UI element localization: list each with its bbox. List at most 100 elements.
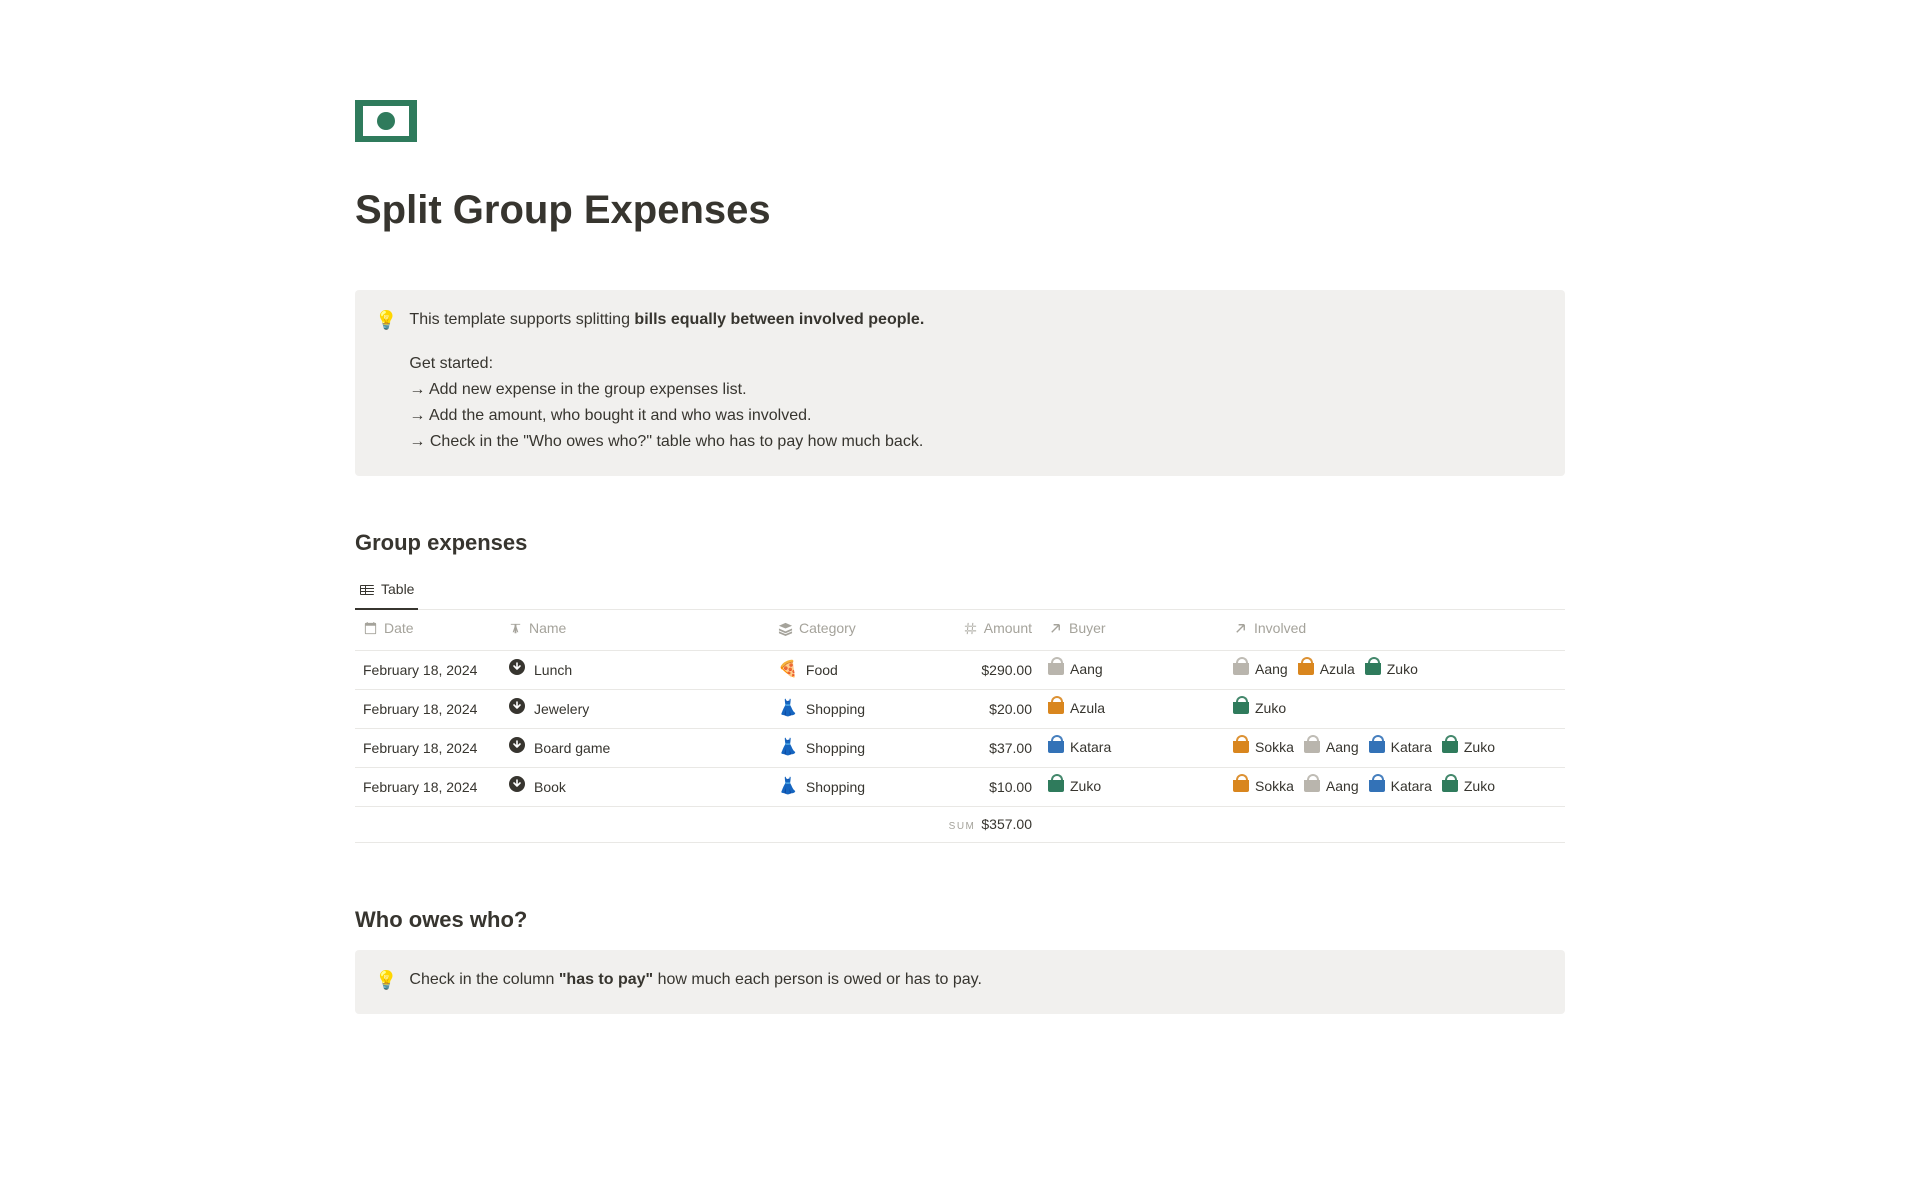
owes-text: Check in the column "has to pay" how muc… xyxy=(409,968,1545,992)
person-chip[interactable]: Azula xyxy=(1298,659,1355,680)
category-emoji-icon: 🍕 xyxy=(778,662,798,678)
person-chip[interactable]: Sokka xyxy=(1233,776,1294,797)
col-buyer[interactable]: Buyer xyxy=(1040,610,1225,651)
col-date[interactable]: Date xyxy=(355,610,500,651)
bag-icon xyxy=(1304,741,1320,753)
table-row[interactable]: February 18, 2024Book👗Shopping$10.00 Zuko… xyxy=(355,768,1565,807)
cell-date: February 18, 2024 xyxy=(355,651,500,690)
cell-name[interactable]: Jewelery xyxy=(500,690,770,729)
cell-name[interactable]: Lunch xyxy=(500,651,770,690)
table-icon xyxy=(359,582,375,598)
table-row[interactable]: February 18, 2024Board game👗Shopping$37.… xyxy=(355,729,1565,768)
bag-icon xyxy=(1048,741,1064,753)
intro-callout: 💡 This template supports splitting bills… xyxy=(355,290,1565,476)
owes-heading: Who owes who? xyxy=(355,903,1565,936)
cell-involved: Aang Azula Zuko xyxy=(1225,651,1565,690)
cell-buyer: Azula xyxy=(1040,690,1225,729)
cell-name[interactable]: Board game xyxy=(500,729,770,768)
number-icon xyxy=(963,621,978,636)
person-chip[interactable]: Azula xyxy=(1048,698,1105,719)
bag-icon xyxy=(1442,780,1458,792)
bag-icon xyxy=(1369,780,1385,792)
person-chip[interactable]: Katara xyxy=(1369,737,1432,758)
cell-amount: $10.00 xyxy=(930,768,1040,807)
calendar-icon xyxy=(363,621,378,636)
cell-date: February 18, 2024 xyxy=(355,768,500,807)
cell-amount: $37.00 xyxy=(930,729,1040,768)
person-chip[interactable]: Sokka xyxy=(1233,737,1294,758)
lightbulb-icon: 💡 xyxy=(375,968,397,994)
sum-cell: SUM$357.00 xyxy=(930,807,1040,843)
page-icon xyxy=(508,658,526,682)
intro-line: This template supports splitting bills e… xyxy=(409,308,1545,332)
cell-date: February 18, 2024 xyxy=(355,729,500,768)
cell-buyer: Zuko xyxy=(1040,768,1225,807)
step-1: → Add new expense in the group expenses … xyxy=(409,378,1545,402)
cell-involved: Sokka Aang Katara Zuko xyxy=(1225,729,1565,768)
person-chip[interactable]: Katara xyxy=(1048,737,1111,758)
stack-icon xyxy=(778,621,793,636)
page-icon xyxy=(508,697,526,721)
bag-icon xyxy=(1048,702,1064,714)
table-row[interactable]: February 18, 2024Jewelery👗Shopping$20.00… xyxy=(355,690,1565,729)
person-chip[interactable]: Zuko xyxy=(1442,737,1495,758)
bag-icon xyxy=(1365,663,1381,675)
cell-buyer: Aang xyxy=(1040,651,1225,690)
bag-icon xyxy=(1048,663,1064,675)
group-expenses-heading: Group expenses xyxy=(355,526,1565,559)
relation-icon xyxy=(1048,621,1063,636)
text-icon xyxy=(508,621,523,636)
view-tabs: Table xyxy=(355,573,1565,610)
bag-icon xyxy=(1442,741,1458,753)
cell-name[interactable]: Book xyxy=(500,768,770,807)
cell-category: 👗Shopping xyxy=(770,690,930,729)
step-3: → Check in the "Who owes who?" table who… xyxy=(409,430,1545,454)
col-category[interactable]: Category xyxy=(770,610,930,651)
col-amount[interactable]: Amount xyxy=(930,610,1040,651)
person-chip[interactable]: Aang xyxy=(1304,776,1359,797)
step-2: → Add the amount, who bought it and who … xyxy=(409,404,1545,428)
person-chip[interactable]: Zuko xyxy=(1233,698,1286,719)
category-emoji-icon: 👗 xyxy=(778,740,798,756)
cell-category: 👗Shopping xyxy=(770,729,930,768)
person-chip[interactable]: Katara xyxy=(1369,776,1432,797)
table-row[interactable]: February 18, 2024Lunch🍕Food$290.00AangAa… xyxy=(355,651,1565,690)
cell-buyer: Katara xyxy=(1040,729,1225,768)
page-icon xyxy=(508,736,526,760)
tab-table-label: Table xyxy=(381,579,414,600)
category-emoji-icon: 👗 xyxy=(778,701,798,717)
bag-icon xyxy=(1298,663,1314,675)
person-chip[interactable]: Aang xyxy=(1233,659,1288,680)
cell-amount: $290.00 xyxy=(930,651,1040,690)
owes-callout: 💡 Check in the column "has to pay" how m… xyxy=(355,950,1565,1014)
person-chip[interactable]: Zuko xyxy=(1442,776,1495,797)
page-title: Split Group Expenses xyxy=(355,180,1565,240)
money-icon xyxy=(355,100,417,142)
cell-category: 🍕Food xyxy=(770,651,930,690)
cell-involved: Zuko xyxy=(1225,690,1565,729)
relation-icon xyxy=(1233,621,1248,636)
col-name[interactable]: Name xyxy=(500,610,770,651)
person-chip[interactable]: Aang xyxy=(1304,737,1359,758)
get-started-label: Get started: xyxy=(409,352,1545,376)
bag-icon xyxy=(1304,780,1320,792)
page-icon xyxy=(508,775,526,799)
bag-icon xyxy=(1048,780,1064,792)
person-chip[interactable]: Zuko xyxy=(1048,776,1101,797)
person-chip[interactable]: Zuko xyxy=(1365,659,1418,680)
cell-date: February 18, 2024 xyxy=(355,690,500,729)
tab-table[interactable]: Table xyxy=(355,573,418,610)
cell-involved: Sokka Aang Katara Zuko xyxy=(1225,768,1565,807)
lightbulb-icon: 💡 xyxy=(375,308,397,456)
person-chip[interactable]: Aang xyxy=(1048,659,1103,680)
category-emoji-icon: 👗 xyxy=(778,779,798,795)
bag-icon xyxy=(1369,741,1385,753)
col-involved[interactable]: Involved xyxy=(1225,610,1565,651)
cell-amount: $20.00 xyxy=(930,690,1040,729)
expenses-table: Date Name Category Amount Buyer Involved… xyxy=(355,610,1565,843)
cell-category: 👗Shopping xyxy=(770,768,930,807)
bag-icon xyxy=(1233,780,1249,792)
bag-icon xyxy=(1233,741,1249,753)
bag-icon xyxy=(1233,663,1249,675)
bag-icon xyxy=(1233,702,1249,714)
